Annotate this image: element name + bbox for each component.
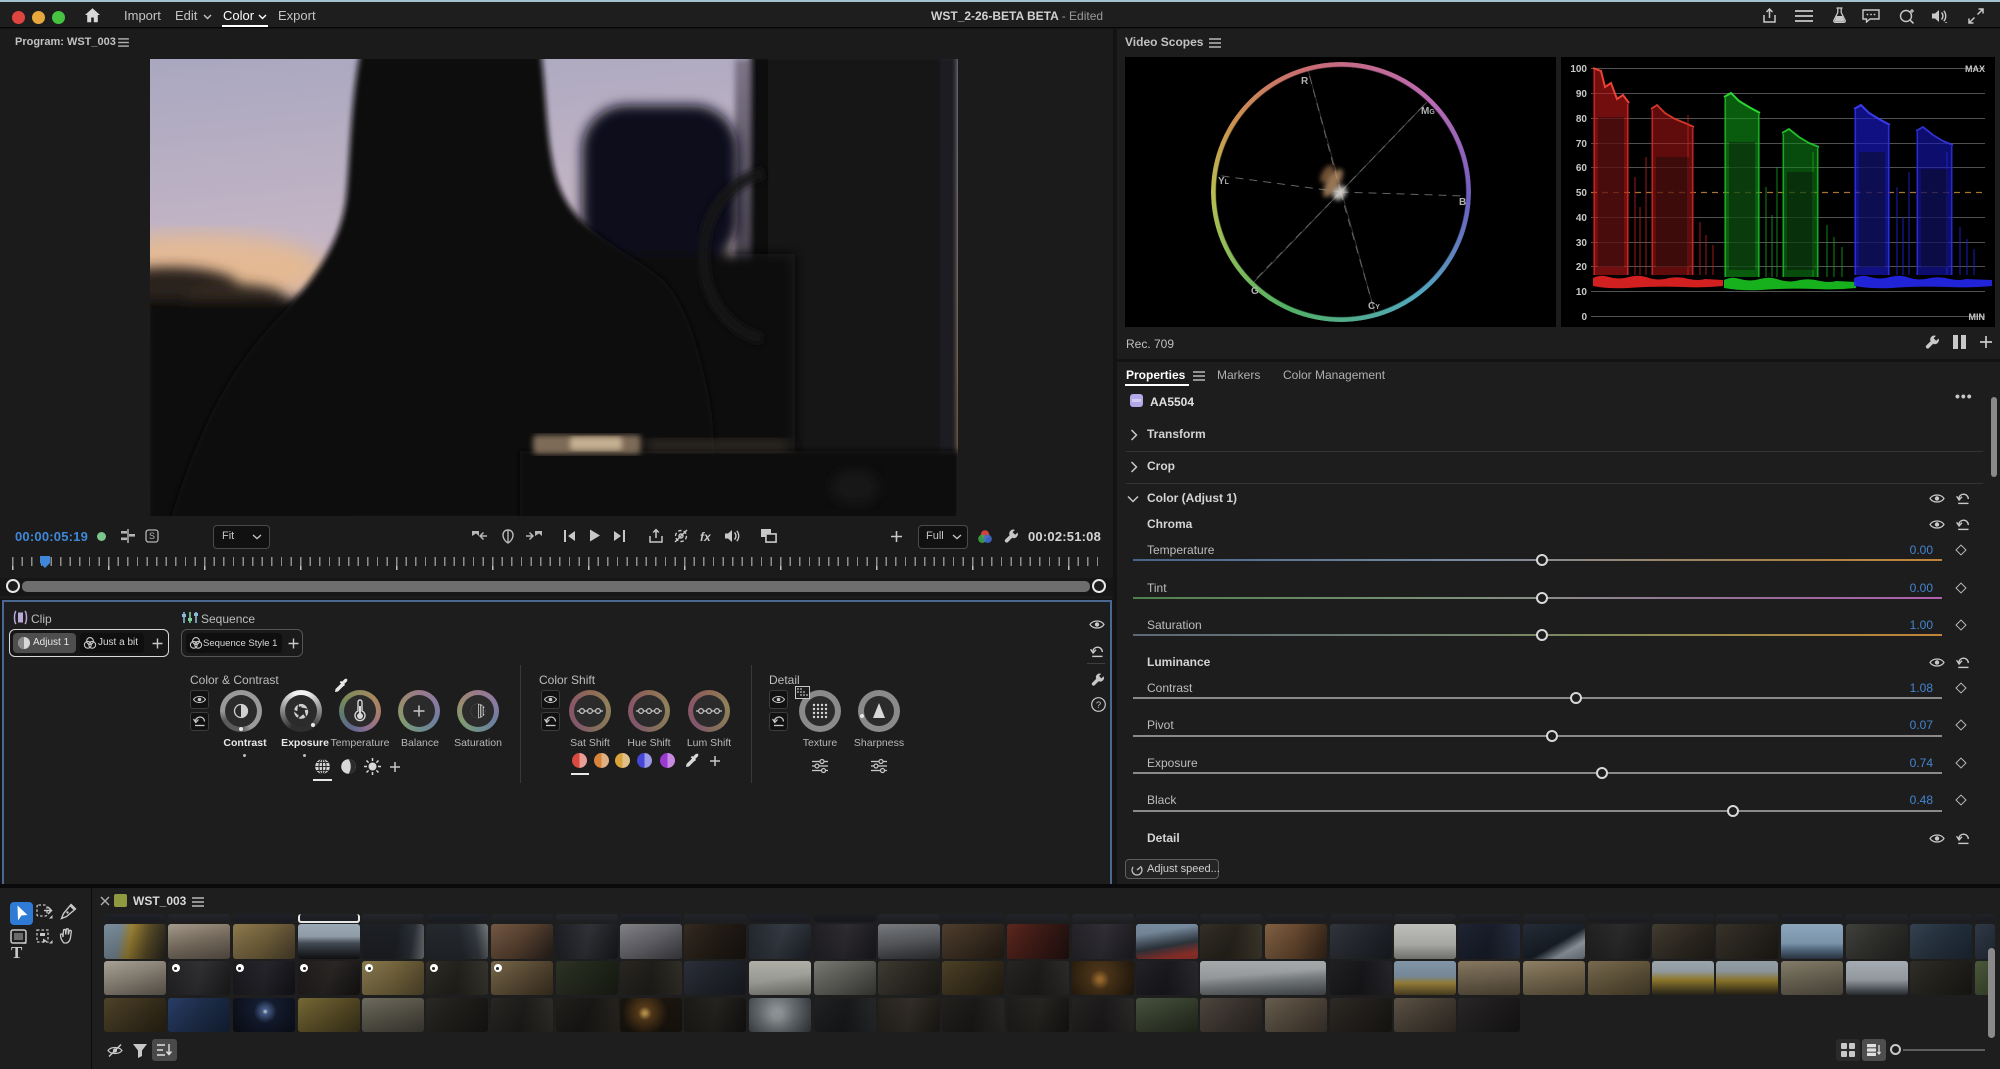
svg-text:?: ? (1096, 700, 1101, 711)
svg-text:S: S (149, 531, 155, 541)
svg-text:20: 20 (1576, 262, 1588, 273)
svg-text:MG: MG (1421, 106, 1435, 117)
svg-text:60: 60 (1576, 163, 1588, 174)
svg-text:CY: CY (1368, 301, 1380, 312)
svg-text:0: 0 (1581, 312, 1587, 323)
svg-text:MIN: MIN (1969, 312, 1986, 322)
svg-text:30: 30 (1576, 238, 1588, 249)
svg-text:90: 90 (1576, 89, 1588, 100)
svg-text:B: B (1459, 197, 1466, 208)
svg-text:70: 70 (1576, 139, 1588, 150)
svg-text:R: R (1301, 76, 1309, 87)
svg-text:80: 80 (1576, 114, 1588, 125)
svg-text:40: 40 (1576, 213, 1588, 224)
svg-text:YL: YL (1218, 176, 1230, 187)
svg-text:10: 10 (1576, 287, 1588, 298)
svg-text:G: G (1251, 286, 1259, 297)
svg-text:MAX: MAX (1965, 64, 1985, 74)
svg-text:100: 100 (1570, 64, 1587, 75)
svg-text:50: 50 (1576, 188, 1588, 199)
